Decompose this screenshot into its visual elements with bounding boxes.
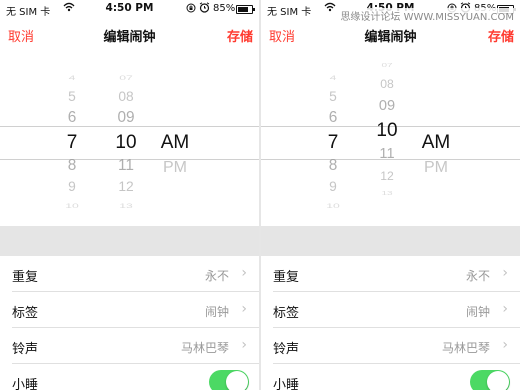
- minute-option[interactable]: 08: [104, 90, 148, 104]
- snooze-label: 小睡: [273, 378, 300, 390]
- page-title: 编辑闹钟: [103, 30, 156, 45]
- screen-right: 无 SIM 卡 4:50 PM 85% 思缘设计论坛 WWW.MISSYUAN.…: [261, 0, 520, 390]
- hour-option[interactable]: 4: [311, 75, 355, 82]
- minute-option[interactable]: 10: [365, 121, 409, 140]
- row-sound[interactable]: 铃声 马林巴琴 ›: [261, 328, 520, 364]
- battery-percent: 85%: [213, 3, 236, 14]
- chevron-right-icon: ›: [241, 265, 247, 281]
- rotation-lock-icon: [186, 3, 196, 16]
- hour-option[interactable]: 5: [311, 90, 355, 104]
- minute-option[interactable]: 09: [104, 110, 148, 126]
- save-button[interactable]: 存储: [227, 26, 253, 45]
- snooze-toggle[interactable]: [209, 370, 249, 390]
- minute-option[interactable]: 11: [365, 147, 409, 162]
- battery-fill: [238, 7, 248, 12]
- ampm-option[interactable]: PM: [411, 160, 461, 176]
- minute-option[interactable]: 12: [365, 170, 409, 182]
- minute-wheel[interactable]: 07 08 09 10 11 12 13: [365, 56, 409, 214]
- minute-option[interactable]: 09: [365, 99, 409, 114]
- chevron-right-icon: ›: [502, 301, 508, 317]
- hour-wheel[interactable]: 4 5 6 7 8 9 10: [311, 56, 355, 214]
- snooze-toggle[interactable]: [470, 370, 510, 390]
- sound-value: 马林巴琴: [441, 341, 490, 355]
- sound-label: 铃声: [12, 342, 39, 357]
- section-gap: [261, 226, 520, 256]
- sound-label: 铃声: [273, 342, 300, 357]
- chevron-right-icon: ›: [502, 337, 508, 353]
- repeat-label: 重复: [12, 270, 39, 285]
- status-bar: 无 SIM 卡 4:50 PM 85%: [0, 0, 259, 18]
- page-title: 编辑闹钟: [364, 30, 417, 45]
- row-repeat[interactable]: 重复 永不 ›: [0, 256, 259, 292]
- battery-icon: [236, 5, 255, 14]
- hour-option[interactable]: 8: [50, 158, 94, 174]
- minute-option[interactable]: 13: [365, 191, 409, 197]
- hour-option[interactable]: 9: [50, 180, 94, 194]
- settings-list: 重复 永不 › 标签 闹钟 › 铃声 马林巴琴 › 小睡: [0, 256, 259, 390]
- app-stage: 无 SIM 卡 4:50 PM 85% 取消 编辑闹钟 存储 4 5 6 7 8 9 10 …: [0, 0, 520, 390]
- status-bar: 无 SIM 卡 4:50 PM 85% 思缘设计论坛 WWW.MISSYUAN.…: [261, 0, 520, 23]
- ampm-option[interactable]: AM: [411, 133, 461, 152]
- ampm-option[interactable]: PM: [150, 160, 200, 176]
- ampm-option[interactable]: AM: [150, 133, 200, 152]
- row-label[interactable]: 标签 闹钟 ›: [0, 292, 259, 328]
- row-sound[interactable]: 铃声 马林巴琴 ›: [0, 328, 259, 364]
- hour-option[interactable]: 8: [311, 158, 355, 174]
- chevron-right-icon: ›: [241, 301, 247, 317]
- section-gap: [0, 226, 259, 256]
- hour-option[interactable]: 10: [50, 203, 94, 210]
- repeat-label: 重复: [273, 270, 300, 285]
- hour-option[interactable]: 7: [311, 133, 355, 152]
- hour-option[interactable]: 6: [311, 110, 355, 126]
- row-snooze: 小睡: [261, 364, 520, 390]
- label-value: 闹钟: [204, 305, 229, 319]
- screen-left: 无 SIM 卡 4:50 PM 85% 取消 编辑闹钟 存储 4 5 6 7 8 9 10 …: [0, 0, 259, 390]
- chevron-right-icon: ›: [241, 337, 247, 353]
- nav-bar: 取消 编辑闹钟 存储: [261, 18, 520, 52]
- sound-value: 马林巴琴: [180, 341, 229, 355]
- minute-option[interactable]: 11: [104, 158, 148, 174]
- row-snooze: 小睡: [0, 364, 259, 390]
- minute-option[interactable]: 07: [104, 75, 148, 82]
- chevron-right-icon: ›: [502, 265, 508, 281]
- nav-bar: 取消 编辑闹钟 存储: [0, 18, 259, 52]
- settings-list: 重复 永不 › 标签 闹钟 › 铃声 马林巴琴 › 小睡: [261, 256, 520, 390]
- alarm-clock-icon: [199, 2, 210, 16]
- hour-option[interactable]: 10: [311, 203, 355, 210]
- minute-option[interactable]: 10: [104, 133, 148, 152]
- label-label: 标签: [273, 306, 300, 321]
- ampm-wheel[interactable]: AM PM: [411, 56, 461, 214]
- minute-option[interactable]: 07: [365, 63, 409, 69]
- hour-option[interactable]: 6: [50, 110, 94, 126]
- time-picker: 4 5 6 7 8 9 10 07 08 09 10 11 12 13 AM PM: [261, 56, 520, 214]
- save-button[interactable]: 存储: [488, 26, 514, 45]
- hour-option[interactable]: 9: [311, 180, 355, 194]
- hour-wheel[interactable]: 4 5 6 7 8 9 10: [50, 56, 94, 214]
- ampm-wheel[interactable]: AM PM: [150, 56, 200, 214]
- battery-nub: [253, 8, 255, 11]
- minute-option[interactable]: 08: [365, 78, 409, 90]
- label-label: 标签: [12, 306, 39, 321]
- row-repeat[interactable]: 重复 永不 ›: [261, 256, 520, 292]
- minute-option[interactable]: 12: [104, 180, 148, 194]
- label-value: 闹钟: [465, 305, 490, 319]
- time-picker: 4 5 6 7 8 9 10 07 08 09 10 11 12 13 AM PM: [0, 56, 259, 214]
- toggle-knob: [226, 371, 248, 390]
- minute-wheel[interactable]: 07 08 09 10 11 12 13: [104, 56, 148, 214]
- repeat-value: 永不: [465, 269, 490, 283]
- hour-option[interactable]: 4: [50, 75, 94, 82]
- toggle-knob: [487, 371, 509, 390]
- hour-option[interactable]: 7: [50, 133, 94, 152]
- minute-option[interactable]: 13: [104, 203, 148, 210]
- repeat-value: 永不: [204, 269, 229, 283]
- row-label[interactable]: 标签 闹钟 ›: [261, 292, 520, 328]
- hour-option[interactable]: 5: [50, 90, 94, 104]
- snooze-label: 小睡: [12, 378, 39, 390]
